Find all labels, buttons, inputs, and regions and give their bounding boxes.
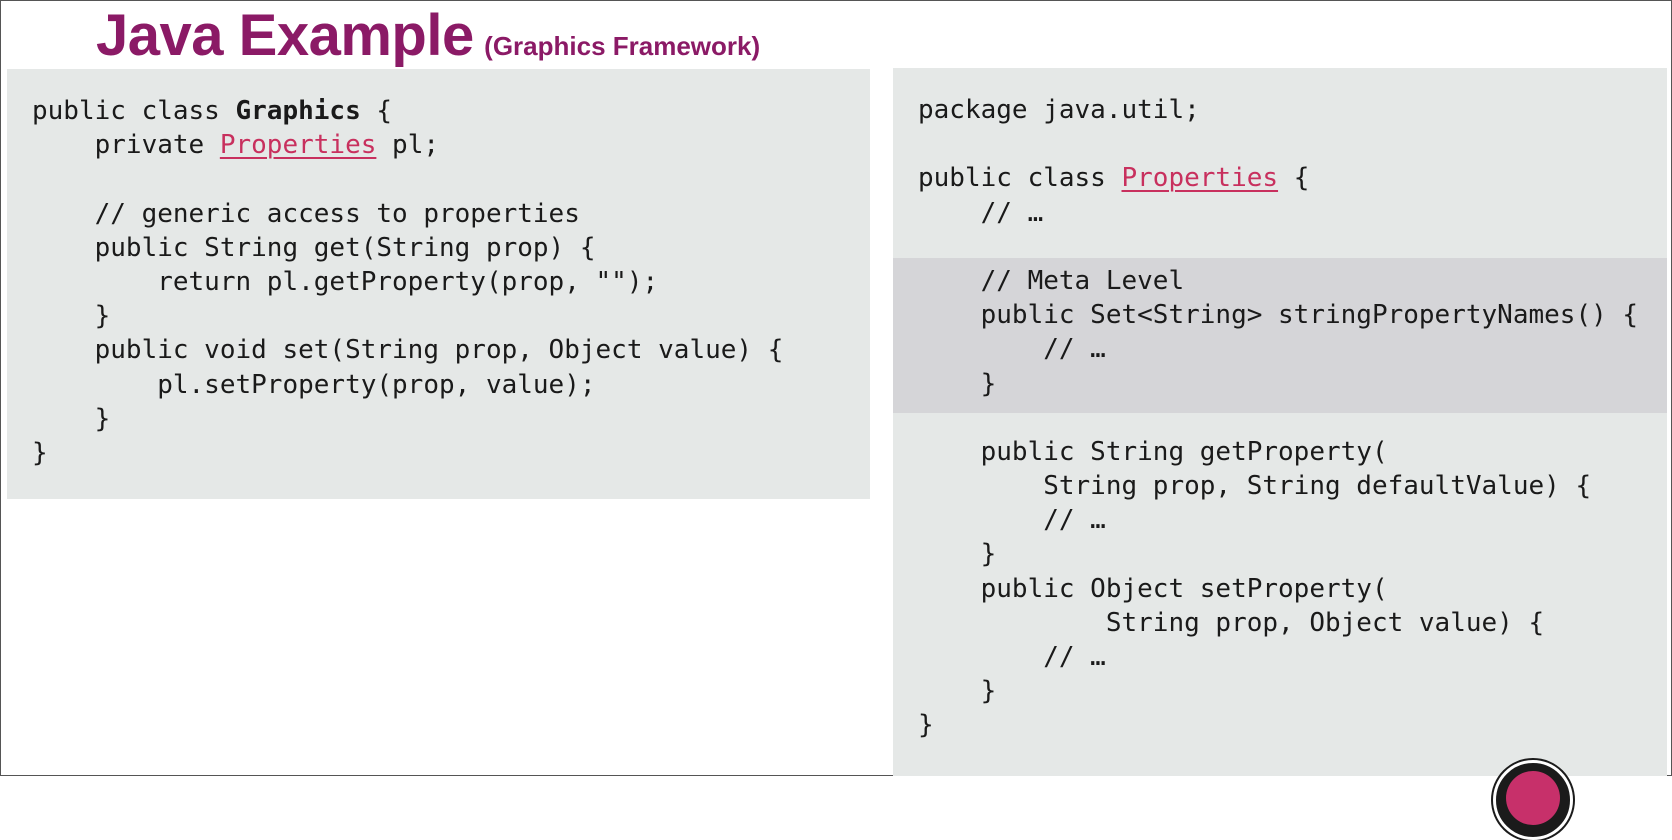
code-comment: // generic access to properties bbox=[32, 198, 580, 229]
code-line: public String getProperty( bbox=[918, 436, 1388, 467]
graphics-class-code: public class Graphics { private Properti… bbox=[32, 94, 783, 470]
code-line: public Object setProperty( bbox=[918, 573, 1388, 604]
code-line: } bbox=[918, 539, 997, 570]
code-line: public class Properties { bbox=[918, 161, 1638, 195]
title-subtitle: (Graphics Framework) bbox=[484, 31, 761, 61]
code-text: private bbox=[32, 130, 220, 161]
university-logo-icon bbox=[1493, 760, 1573, 840]
code-line: public void set(String prop, Object valu… bbox=[32, 335, 784, 366]
title-main: Java Example bbox=[96, 3, 474, 68]
code-line: public Set<String> stringPropertyNames()… bbox=[918, 300, 1639, 331]
code-comment: // … bbox=[918, 642, 1106, 672]
code-line: } bbox=[32, 403, 111, 434]
code-text: { bbox=[360, 96, 393, 126]
code-comment: // … bbox=[918, 334, 1106, 365]
code-text: { bbox=[1278, 163, 1310, 194]
code-line: pl.setProperty(prop, value); bbox=[32, 369, 596, 400]
code-text: pl; bbox=[376, 130, 440, 161]
slide-title: Java Example (Graphics Framework) bbox=[96, 2, 760, 69]
code-line: String prop, Object value) { bbox=[918, 607, 1545, 638]
properties-link[interactable]: Properties bbox=[220, 130, 377, 160]
code-line: package java.util; bbox=[918, 95, 1200, 125]
code-text: public class bbox=[32, 96, 236, 126]
code-text: public class bbox=[918, 163, 1122, 194]
code-line: public class Graphics { bbox=[32, 94, 783, 128]
code-line: return pl.getProperty(prop, ""); bbox=[32, 266, 659, 297]
properties-link[interactable]: Properties bbox=[1122, 163, 1279, 193]
code-comment: // … bbox=[918, 197, 1044, 228]
code-line: private Properties pl; bbox=[32, 128, 783, 162]
code-comment: // Meta Level bbox=[918, 265, 1185, 296]
class-name-graphics: Graphics bbox=[235, 96, 361, 126]
properties-class-code: package java.util; public class Propertie… bbox=[918, 93, 1638, 743]
code-line: } bbox=[32, 301, 111, 332]
code-line: public String get(String prop) { bbox=[32, 232, 596, 263]
code-line: } bbox=[918, 368, 997, 399]
code-line: } bbox=[918, 710, 934, 741]
code-line: String prop, String defaultValue) { bbox=[918, 471, 1592, 502]
code-line: } bbox=[32, 437, 48, 468]
code-comment: // … bbox=[918, 505, 1106, 536]
logo-inner-circle bbox=[1506, 771, 1560, 825]
code-line: } bbox=[918, 676, 997, 707]
